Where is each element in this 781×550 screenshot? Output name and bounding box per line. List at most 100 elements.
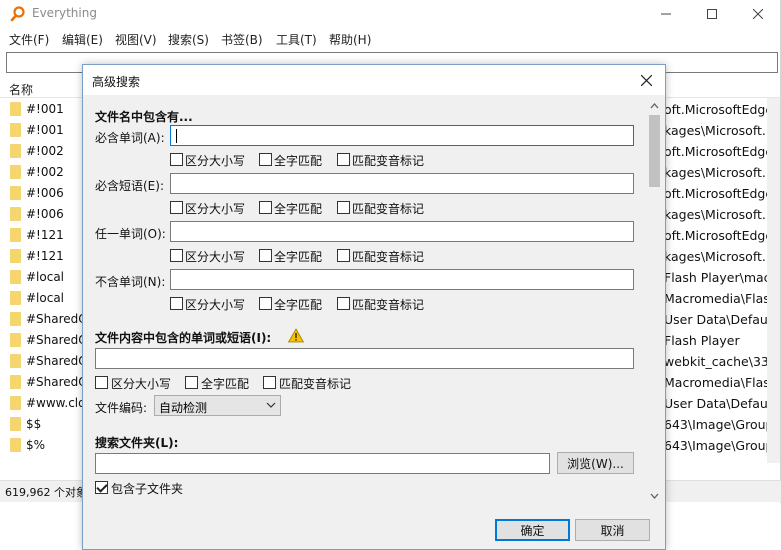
browse-button[interactable]: 浏览(W)... [557,452,634,474]
path-cell[interactable]: webkit_cache\3312 [662,351,772,372]
menu-tools[interactable]: 工具(T) [276,31,317,48]
folder-icon [10,165,21,179]
list-item[interactable]: #SharedO [0,372,88,393]
path-cell[interactable]: Macromedia\Flas [662,288,772,309]
list-item[interactable]: #!001 [0,120,84,141]
whole-word-checkbox[interactable] [259,153,272,166]
path-cell[interactable]: User Data\Default [662,309,772,330]
minimize-icon [661,13,671,15]
list-item[interactable]: #SharedO [0,351,88,372]
folder-icon [10,438,21,452]
minimize-button[interactable] [643,0,689,28]
menu-edit[interactable]: 编辑(E) [62,31,103,48]
list-item[interactable]: $% [0,435,84,456]
diacritics-checkbox[interactable] [337,249,350,262]
diacritics-checkbox[interactable] [337,297,350,310]
must-phrase-input[interactable] [170,173,634,194]
must-words-label: 必含单词(A): [95,131,165,145]
list-item[interactable]: #local [0,267,84,288]
path-cell[interactable]: Flash Player [662,330,772,351]
cancel-button[interactable]: 取消 [575,519,650,541]
must-words-input[interactable] [170,125,634,146]
close-icon [640,74,652,86]
menu-file[interactable]: 文件(F) [9,31,49,48]
object-count: 619,962 个对象 [5,486,87,499]
diacritics-label: 匹配变音标记 [352,154,425,168]
whole-word-checkbox[interactable] [259,297,272,310]
close-icon [753,9,763,19]
list-item[interactable]: #!006 [0,183,84,204]
column-name-header[interactable]: 名称 [9,81,33,98]
list-item[interactable]: #local [0,288,84,309]
include-subfolders-checkbox[interactable] [95,481,108,494]
exclude-words-input[interactable] [170,269,634,290]
path-cell[interactable]: oft.MicrosoftEdge [662,99,772,120]
case-label: 区分大小写 [185,250,246,264]
folder-icon [10,291,21,305]
folder-icon [10,354,21,368]
path-cell[interactable]: kages\Microsoft.M [662,120,772,141]
dialog-title: 高级搜索 [92,75,141,89]
menu-view[interactable]: 视图(V) [115,31,157,48]
case-checkbox[interactable] [170,297,183,310]
whole-word-label: 全字匹配 [274,250,323,264]
encoding-value: 自动检测 [159,401,208,415]
content-whole-word-checkbox[interactable] [185,376,198,389]
list-item[interactable]: #!001 [0,99,84,120]
content-diacritics-checkbox[interactable] [263,376,276,389]
close-button[interactable] [735,0,781,28]
dialog-close-button[interactable] [635,69,657,91]
case-checkbox[interactable] [170,201,183,214]
folder-icon [10,102,21,116]
path-cell[interactable]: kages\Microsoft.M [662,246,772,267]
ok-button[interactable]: 确定 [495,519,570,541]
maximize-button[interactable] [689,0,735,28]
content-input[interactable] [95,348,634,369]
path-cell[interactable]: oft.MicrosoftEdge [662,183,772,204]
folder-icon [10,312,21,326]
list-item[interactable]: #SharedO [0,309,88,330]
path-cell[interactable]: 643\Image\Group [662,414,772,435]
list-item[interactable]: #!121 [0,225,84,246]
case-checkbox[interactable] [170,249,183,262]
case-checkbox[interactable] [170,153,183,166]
path-cell[interactable]: Flash Player\macr [662,267,772,288]
list-scrollbar[interactable] [767,98,780,463]
path-cell[interactable]: kages\Microsoft.M [662,162,772,183]
list-item[interactable]: #!002 [0,162,84,183]
path-cell[interactable]: 643\Image\Group [662,435,772,456]
list-item[interactable]: #!006 [0,204,84,225]
whole-word-checkbox[interactable] [259,201,272,214]
title-bar: Everything [0,0,781,28]
exclude-words-label: 不含单词(N): [95,275,166,289]
whole-word-checkbox[interactable] [259,249,272,262]
list-item[interactable]: #!002 [0,141,84,162]
menu-help[interactable]: 帮助(H) [329,31,371,48]
scroll-thumb[interactable] [649,115,660,187]
path-cell[interactable]: User Data\Default [662,393,772,414]
diacritics-checkbox[interactable] [337,153,350,166]
scroll-down-icon[interactable] [646,489,663,503]
diacritics-checkbox[interactable] [337,201,350,214]
any-words-input[interactable] [170,221,634,242]
list-item[interactable]: $$ [0,414,84,435]
menu-bookmarks[interactable]: 书签(B) [221,31,263,48]
list-item[interactable]: #SharedO [0,330,88,351]
folder-icon [10,270,21,284]
content-case-checkbox[interactable] [95,376,108,389]
scroll-up-icon[interactable] [646,99,663,113]
menu-search[interactable]: 搜索(S) [168,31,209,48]
path-cell[interactable]: kages\Microsoft.M [662,204,772,225]
magnifier-app-icon [10,6,25,22]
dialog-scrollbar[interactable] [646,95,663,505]
path-cell[interactable]: Macromedia\Flas [662,372,772,393]
path-cell[interactable]: oft.MicrosoftEdge [662,141,772,162]
path-cell[interactable]: oft.MicrosoftEdge [662,225,772,246]
folder-input[interactable] [95,453,550,474]
list-item[interactable]: #!121 [0,246,84,267]
folder-icon [10,186,21,200]
folder-icon [10,207,21,221]
list-item[interactable]: #www.cloc [0,393,92,414]
diacritics-label: 匹配变音标记 [352,202,425,216]
encoding-select[interactable]: 自动检测 [154,395,281,416]
